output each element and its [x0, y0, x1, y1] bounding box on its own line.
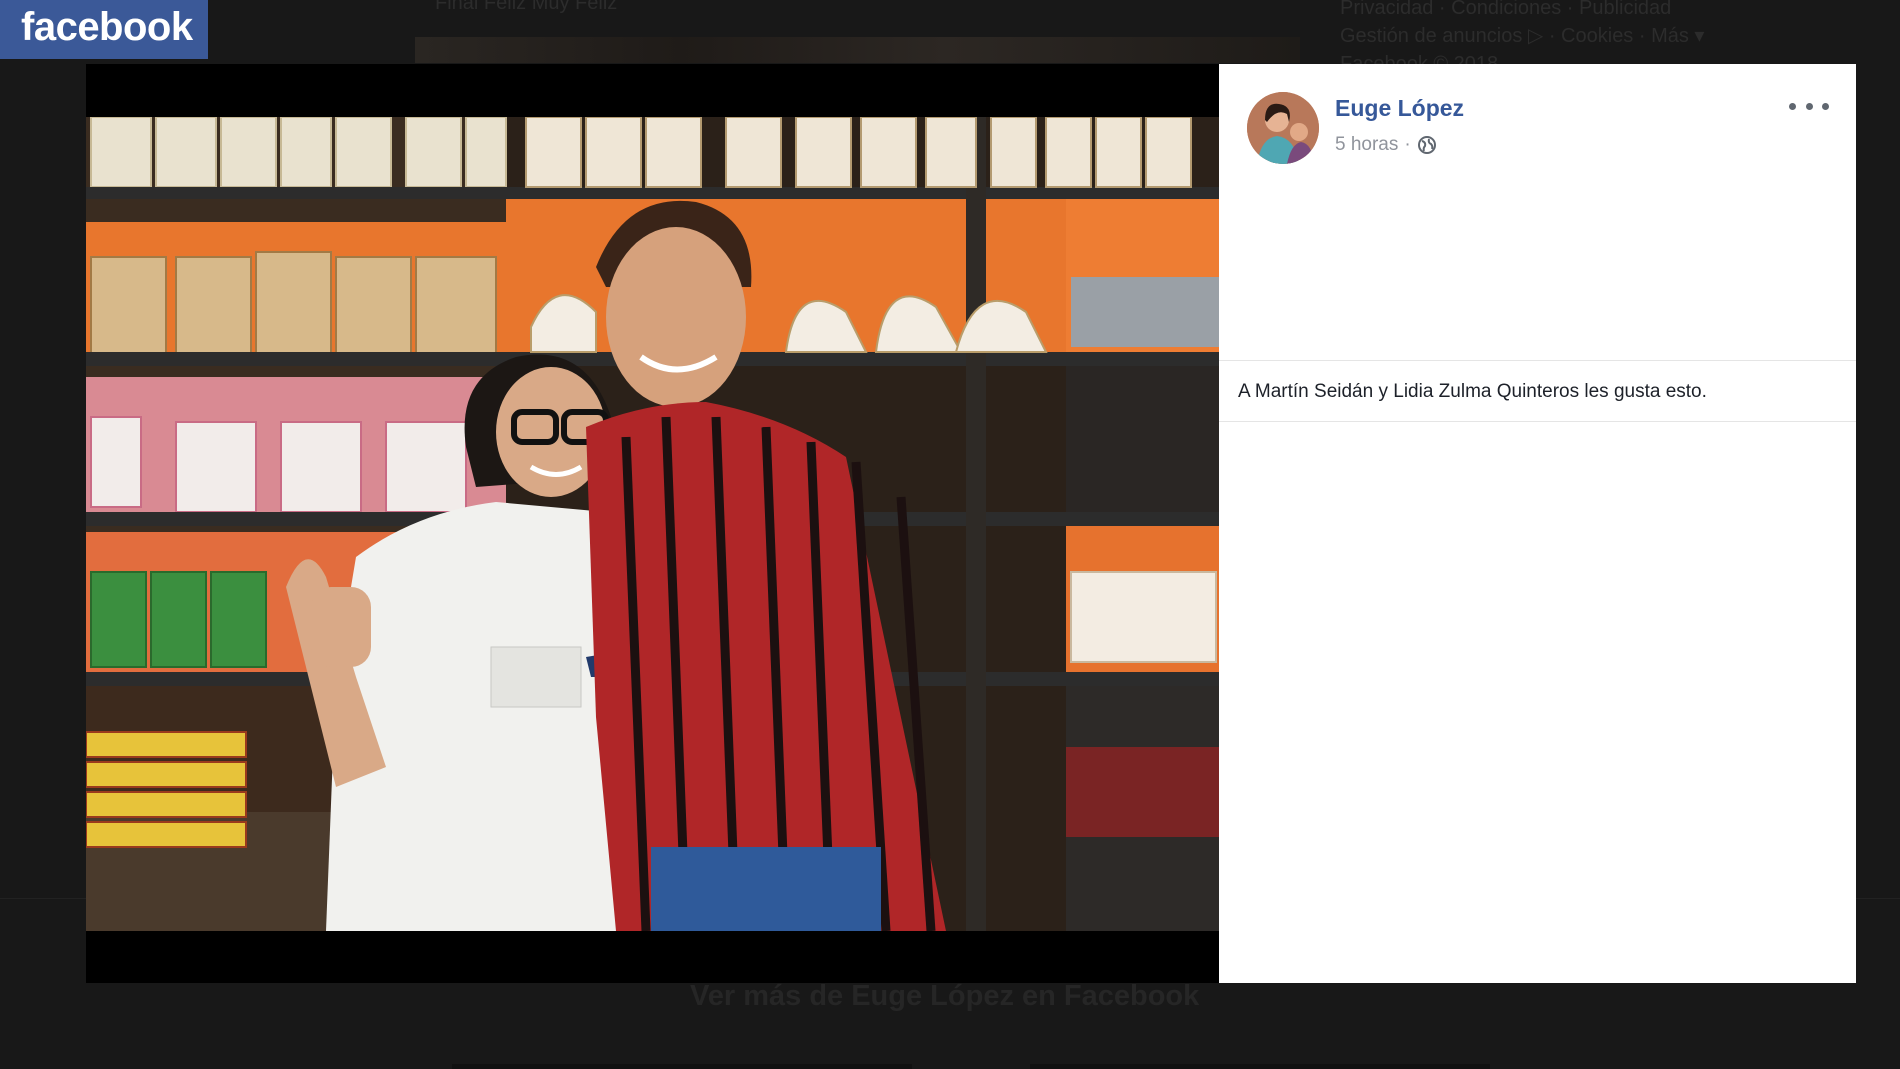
photo-illustration	[86, 117, 1219, 931]
background-post-title: Final Feliz Muy Feliz	[435, 0, 618, 14]
dot	[1805, 102, 1813, 110]
dot	[1822, 102, 1829, 110]
author-name-link[interactable]: Euge López	[1335, 95, 1464, 122]
likes-summary: A Martín Seidán y Lidia Zulma Quinteros …	[1219, 360, 1856, 422]
see-more-link[interactable]: Ver más de Euge López en Facebook	[690, 980, 1199, 1013]
globe-icon[interactable]	[1417, 135, 1437, 155]
dot	[1789, 102, 1796, 110]
background-post-image-strip	[415, 37, 1300, 63]
more-options-icon[interactable]	[1789, 96, 1829, 116]
post-photo[interactable]	[86, 117, 1219, 931]
background-button	[1030, 1064, 1490, 1069]
avatar-illustration	[1247, 92, 1319, 164]
post-sidebar: Euge López 5 horas · A Martín Seidán y L…	[1219, 64, 1856, 983]
meta-separator: ·	[1404, 134, 1411, 155]
footer-line[interactable]: Gestión de anuncios ▷ · Cookies · Más ▾	[1340, 22, 1704, 50]
likes-text[interactable]: A Martín Seidán y Lidia Zulma Quinteros …	[1238, 381, 1707, 403]
footer-line[interactable]: Privacidad · Condiciones · Publicidad	[1340, 0, 1704, 22]
author-avatar[interactable]	[1247, 92, 1319, 164]
post-meta: 5 horas ·	[1335, 134, 1437, 156]
background-button	[452, 1064, 912, 1069]
facebook-logo[interactable]: facebook	[0, 0, 208, 59]
post-timestamp[interactable]: 5 horas	[1335, 134, 1398, 156]
